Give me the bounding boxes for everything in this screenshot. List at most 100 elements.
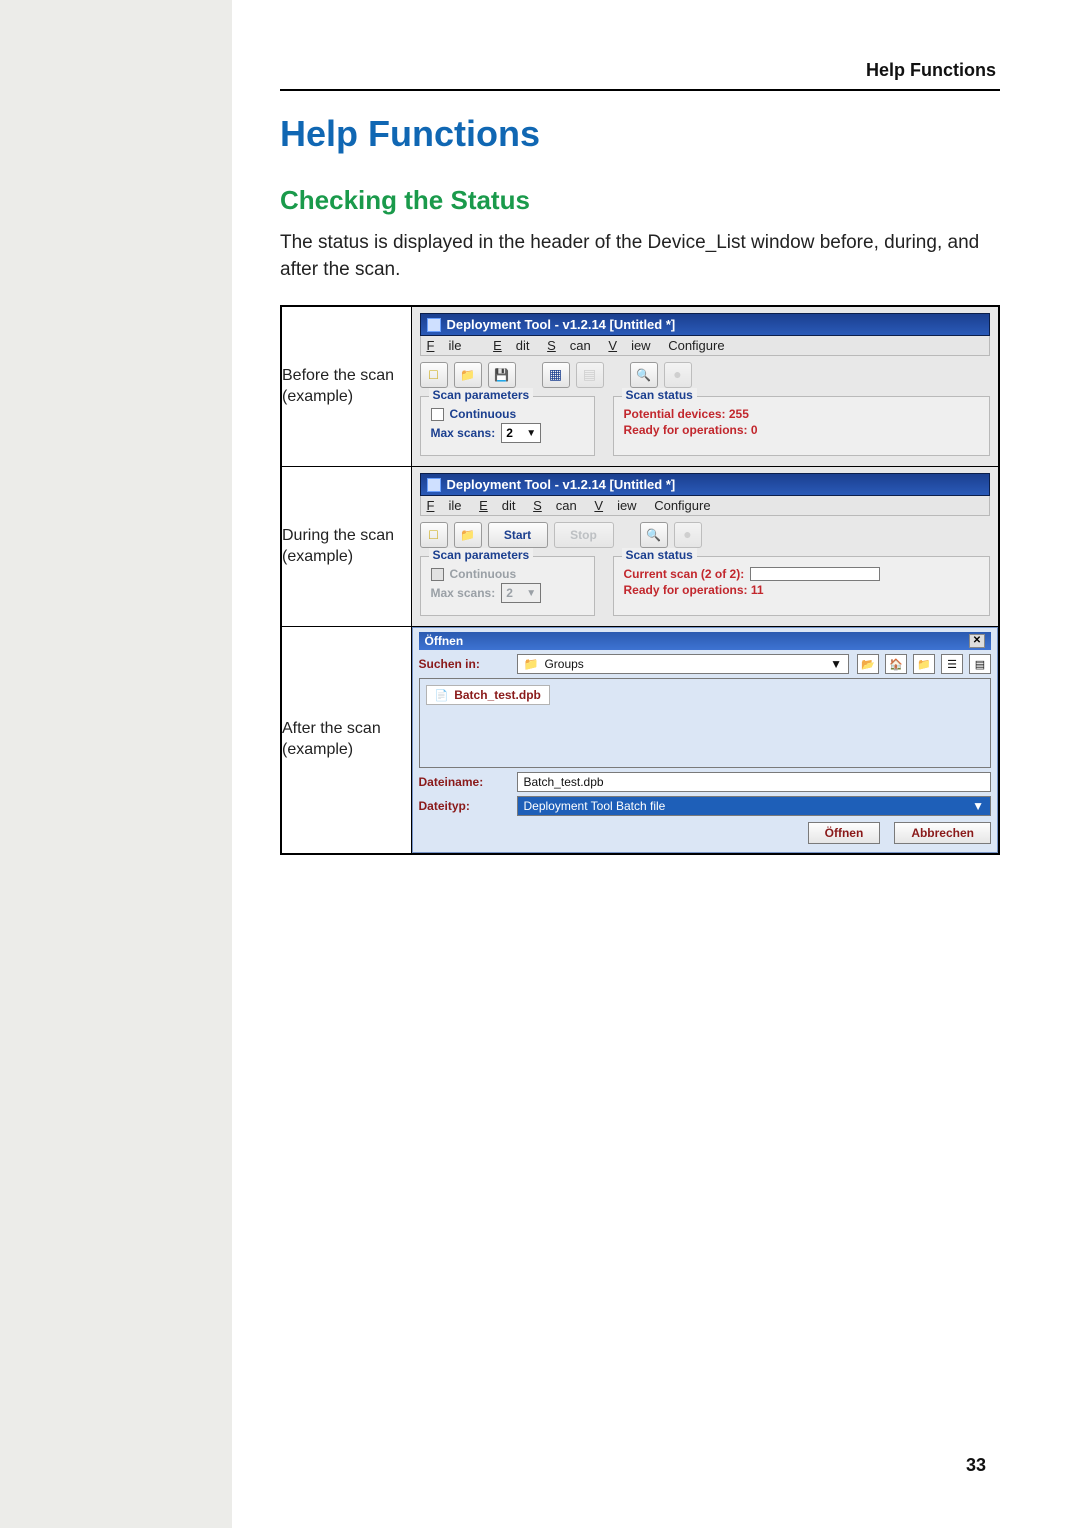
max-scans-label: Max scans: bbox=[431, 426, 496, 440]
tb-grid[interactable] bbox=[542, 362, 570, 388]
tb-new[interactable] bbox=[420, 522, 448, 548]
up-folder-icon[interactable]: 📂 bbox=[857, 654, 879, 674]
tb-find[interactable] bbox=[640, 522, 668, 548]
page-title: Help Functions bbox=[280, 113, 1000, 155]
open-button[interactable]: Öffnen bbox=[808, 822, 881, 844]
chevron-down-icon: ▼ bbox=[526, 428, 536, 439]
max-scans-select[interactable]: 2 ▼ bbox=[501, 423, 541, 443]
menu-bar: File Edit Scan View Configure bbox=[420, 336, 991, 356]
cancel-button[interactable]: Abbrechen bbox=[894, 822, 991, 844]
row-label-after: After the scan (example) bbox=[281, 627, 411, 855]
open-icon bbox=[460, 366, 475, 384]
grid2-icon bbox=[583, 366, 596, 384]
chevron-down-icon: ▼ bbox=[830, 657, 842, 671]
menu-file[interactable]: File bbox=[427, 498, 462, 513]
continuous-checkbox bbox=[431, 568, 444, 581]
continuous-label: Continuous bbox=[450, 567, 517, 581]
file-item-label: Batch_test.dpb bbox=[454, 688, 541, 702]
list-view-icon[interactable]: ☰ bbox=[941, 654, 963, 674]
row-shot-after: Öffnen ✕ Suchen in: 📁 Groups ▼ 📂 🏠 bbox=[411, 627, 999, 855]
app-icon bbox=[427, 318, 441, 332]
status-ready-ops: Ready for operations: 0 bbox=[624, 423, 758, 437]
scan-parameters-group: Scan parameters Continuous Max scans: 2 bbox=[420, 396, 595, 456]
scan-status-legend: Scan status bbox=[622, 548, 697, 562]
file-icon bbox=[435, 688, 449, 702]
look-in-value: Groups bbox=[544, 657, 583, 671]
menu-edit[interactable]: Edit bbox=[479, 498, 515, 513]
window-title: Deployment Tool - v1.2.14 [Untitled *] bbox=[447, 317, 676, 332]
max-scans-value: 2 bbox=[506, 586, 513, 600]
new-folder-icon[interactable]: 📁 bbox=[913, 654, 935, 674]
status-ready-ops: Ready for operations: 11 bbox=[624, 583, 764, 597]
look-in-label: Suchen in: bbox=[419, 657, 509, 671]
filetype-label: Dateityp: bbox=[419, 799, 509, 813]
menu-view[interactable]: View bbox=[608, 338, 650, 353]
details-view-icon[interactable]: ▤ bbox=[969, 654, 991, 674]
chevron-down-icon: ▼ bbox=[972, 799, 984, 813]
filename-value: Batch_test.dpb bbox=[524, 775, 604, 789]
row-shot-during: Deployment Tool - v1.2.14 [Untitled *] F… bbox=[411, 467, 999, 627]
running-header: Help Functions bbox=[280, 60, 1000, 81]
tb-stop bbox=[674, 522, 702, 548]
dialog-titlebar: Öffnen ✕ bbox=[419, 632, 992, 650]
menu-scan[interactable]: Scan bbox=[533, 498, 577, 513]
examples-table: Before the scan (example) Deployment Too… bbox=[280, 305, 1000, 855]
menu-configure[interactable]: Configure bbox=[668, 338, 724, 353]
desktop-icon[interactable]: 🏠 bbox=[885, 654, 907, 674]
row-label-before: Before the scan (example) bbox=[281, 306, 411, 467]
status-potential-devices: Potential devices: 255 bbox=[624, 407, 749, 421]
stop-icon bbox=[683, 526, 691, 544]
max-scans-value: 2 bbox=[506, 426, 513, 440]
dialog-title: Öffnen bbox=[425, 634, 464, 648]
page-number: 33 bbox=[966, 1455, 986, 1476]
stop-icon bbox=[673, 366, 681, 384]
app-icon bbox=[427, 478, 441, 492]
menu-scan[interactable]: Scan bbox=[547, 338, 591, 353]
file-list[interactable]: Batch_test.dpb bbox=[419, 678, 992, 768]
max-scans-select: 2 ▼ bbox=[501, 583, 541, 603]
menu-file[interactable]: File bbox=[427, 338, 476, 353]
scan-status-legend: Scan status bbox=[622, 388, 697, 402]
open-icon bbox=[460, 526, 475, 544]
continuous-label: Continuous bbox=[450, 407, 517, 421]
left-margin-rail bbox=[0, 0, 232, 1528]
new-icon bbox=[429, 366, 437, 384]
filetype-value: Deployment Tool Batch file bbox=[524, 799, 666, 813]
tb-save[interactable] bbox=[488, 362, 516, 388]
menu-edit[interactable]: Edit bbox=[493, 338, 529, 353]
scan-progress-bar bbox=[750, 567, 880, 581]
binoculars-icon bbox=[636, 366, 651, 384]
tb-stop bbox=[664, 362, 692, 388]
menu-bar: File Edit Scan View Configure bbox=[420, 496, 991, 516]
intro-paragraph: The status is displayed in the header of… bbox=[280, 230, 1000, 283]
folder-icon: 📁 bbox=[524, 657, 539, 671]
file-item[interactable]: Batch_test.dpb bbox=[426, 685, 550, 705]
section-subtitle: Checking the Status bbox=[280, 185, 1000, 216]
table-row: After the scan (example) Öffnen ✕ Suchen… bbox=[281, 627, 999, 855]
tb-start[interactable]: Start bbox=[488, 522, 548, 548]
tb-stop-btn: Stop bbox=[554, 522, 614, 548]
row-label-during: During the scan (example) bbox=[281, 467, 411, 627]
header-rule bbox=[280, 89, 1000, 91]
table-row: During the scan (example) Deployment Too… bbox=[281, 467, 999, 627]
scan-parameters-legend: Scan parameters bbox=[429, 548, 534, 562]
filetype-select[interactable]: Deployment Tool Batch file ▼ bbox=[517, 796, 992, 816]
tb-new[interactable] bbox=[420, 362, 448, 388]
menu-configure[interactable]: Configure bbox=[654, 498, 710, 513]
tb-open[interactable] bbox=[454, 522, 482, 548]
continuous-checkbox[interactable] bbox=[431, 408, 444, 421]
status-current-scan: Current scan (2 of 2): bbox=[624, 567, 745, 581]
tb-open[interactable] bbox=[454, 362, 482, 388]
scan-status-group: Scan status Current scan (2 of 2): Ready… bbox=[613, 556, 991, 616]
close-icon[interactable]: ✕ bbox=[969, 634, 985, 648]
menu-view[interactable]: View bbox=[594, 498, 636, 513]
scan-status-group: Scan status Potential devices: 255 Ready… bbox=[613, 396, 991, 456]
scan-parameters-legend: Scan parameters bbox=[429, 388, 534, 402]
look-in-select[interactable]: 📁 Groups ▼ bbox=[517, 654, 850, 674]
filename-input[interactable]: Batch_test.dpb bbox=[517, 772, 992, 792]
binoculars-icon bbox=[646, 526, 661, 544]
window-titlebar: Deployment Tool - v1.2.14 [Untitled *] bbox=[420, 313, 991, 336]
scan-parameters-group: Scan parameters Continuous Max scans: 2 bbox=[420, 556, 595, 616]
tb-find[interactable] bbox=[630, 362, 658, 388]
row-shot-before: Deployment Tool - v1.2.14 [Untitled *] F… bbox=[411, 306, 999, 467]
